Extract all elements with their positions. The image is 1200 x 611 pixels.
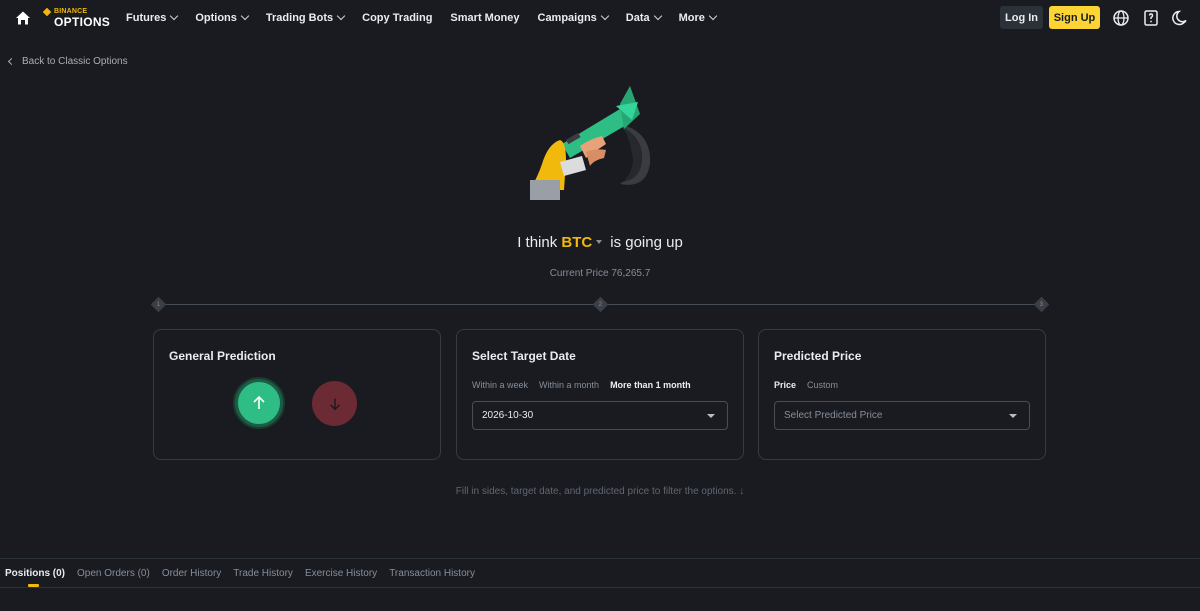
target-date-card: Select Target Date Within a week Within …	[456, 329, 744, 460]
predict-down-button[interactable]	[312, 381, 357, 426]
arrow-down-icon	[329, 398, 340, 410]
menu-smart-money[interactable]: Smart Money	[450, 12, 519, 24]
chevron-left-icon	[7, 57, 16, 66]
tab-within-month[interactable]: Within a month	[539, 380, 599, 390]
telescope-illustration	[530, 86, 651, 200]
menu-futures[interactable]: Futures	[126, 11, 179, 24]
step-2-marker: 2	[592, 296, 609, 313]
tab-trade-history[interactable]: Trade History	[233, 568, 293, 579]
predicted-price-card: Predicted Price Price Custom Select Pred…	[758, 329, 1046, 460]
back-to-classic-link[interactable]: Back to Classic Options	[7, 56, 128, 67]
caret-down-icon[interactable]	[596, 239, 603, 244]
tab-custom[interactable]: Custom	[807, 380, 838, 390]
menu-more[interactable]: More	[679, 11, 718, 24]
divider	[0, 558, 1200, 559]
headline-suffix: is going up	[610, 234, 683, 251]
target-date-select[interactable]: 2026-10-30	[472, 401, 728, 430]
download-icon[interactable]	[1142, 9, 1160, 27]
menu-campaigns[interactable]: Campaigns	[538, 11, 610, 24]
menu-trading-bots[interactable]: Trading Bots	[266, 11, 346, 24]
dropdown-arrow-icon	[1009, 414, 1017, 418]
select-placeholder: Select Predicted Price	[784, 410, 883, 421]
tab-exercise-history[interactable]: Exercise History	[305, 568, 377, 579]
price-mode-tabs: Price Custom	[774, 380, 849, 390]
tab-more-than-month[interactable]: More than 1 month	[610, 380, 691, 390]
card-title: Predicted Price	[774, 349, 862, 363]
selected-date: 2026-10-30	[482, 410, 534, 421]
tab-positions[interactable]: Positions (0)	[5, 568, 65, 579]
predicted-price-select[interactable]: Select Predicted Price	[774, 401, 1030, 430]
chevron-down-icon	[653, 11, 662, 21]
step-1-marker: 1	[150, 296, 167, 313]
top-nav: BINANCE OPTIONS Futures Options Trading …	[0, 0, 1200, 36]
chevron-down-icon	[170, 11, 179, 21]
login-button[interactable]: Log In	[1000, 6, 1043, 29]
dropdown-arrow-icon	[707, 414, 715, 418]
chevron-down-icon	[708, 11, 718, 21]
binance-options-logo[interactable]: BINANCE OPTIONS	[42, 7, 114, 30]
chevron-down-icon	[600, 11, 610, 21]
prediction-headline: I think BTC is going up	[0, 234, 1200, 251]
signup-button[interactable]: Sign Up	[1049, 6, 1100, 29]
divider	[0, 587, 1200, 588]
home-icon[interactable]	[14, 9, 32, 27]
general-prediction-card: General Prediction	[153, 329, 441, 460]
chevron-down-icon	[336, 11, 346, 21]
headline-prefix: I think	[517, 234, 558, 251]
current-price: Current Price 76,265.7	[549, 268, 651, 279]
main-menu: Futures Options Trading Bots Copy Tradin…	[126, 0, 734, 36]
arrow-up-icon	[253, 395, 265, 409]
filter-hint: Fill in sides, target date, and predicte…	[455, 486, 745, 497]
date-range-tabs: Within a week Within a month More than 1…	[472, 380, 702, 390]
step-3-marker: 3	[1033, 296, 1050, 313]
card-title: Select Target Date	[472, 349, 576, 363]
menu-data[interactable]: Data	[626, 11, 662, 24]
card-title: General Prediction	[169, 349, 276, 363]
coin-selector[interactable]: BTC	[561, 234, 592, 251]
tab-open-orders[interactable]: Open Orders (0)	[77, 568, 150, 579]
bottom-tabs: Positions (0) Open Orders (0) Order Hist…	[5, 568, 487, 579]
globe-icon[interactable]	[1112, 9, 1130, 27]
menu-options[interactable]: Options	[195, 11, 250, 24]
predict-up-button[interactable]	[235, 379, 283, 427]
moon-icon[interactable]	[1171, 9, 1189, 27]
tab-within-week[interactable]: Within a week	[472, 380, 528, 390]
menu-copy-trading[interactable]: Copy Trading	[362, 12, 432, 24]
tab-transaction-history[interactable]: Transaction History	[389, 568, 475, 579]
tab-order-history[interactable]: Order History	[162, 568, 221, 579]
chevron-down-icon	[240, 11, 250, 21]
tab-price[interactable]: Price	[774, 380, 796, 390]
